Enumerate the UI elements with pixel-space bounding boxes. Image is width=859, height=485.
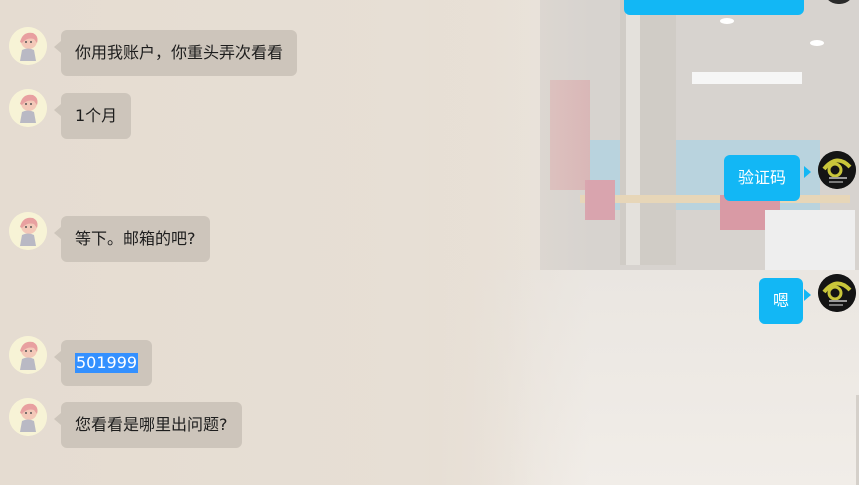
- avatar-icon[interactable]: [9, 27, 47, 65]
- message-bubble[interactable]: 您看看是哪里出问题?: [61, 402, 242, 448]
- bubble-tail: [804, 166, 811, 178]
- message-bubble[interactable]: 1个月: [61, 93, 132, 139]
- bubble-tail: [54, 104, 61, 116]
- selected-message-text[interactable]: 501999: [75, 353, 139, 373]
- dark-logo-avatar-icon: [818, 151, 856, 189]
- message-bubble[interactable]: 你用我账户，你重头弄次看看: [61, 30, 298, 76]
- message-text: 1个月: [75, 106, 118, 125]
- anime-girl-avatar-icon: [9, 27, 47, 65]
- anime-girl-avatar-icon: [9, 336, 47, 374]
- message-bubble[interactable]: 验证码: [724, 155, 801, 201]
- message-text: 嗯: [773, 291, 790, 310]
- message-bubble[interactable]: 嗯: [759, 278, 804, 324]
- bubble-tail: [54, 413, 61, 425]
- avatar-icon[interactable]: [818, 151, 856, 189]
- anime-girl-avatar-icon: [9, 212, 47, 250]
- message-text: 等下。邮箱的吧?: [75, 229, 196, 248]
- message-text: 验证码: [738, 168, 787, 187]
- bubble-tail: [804, 289, 811, 301]
- bubble-tail: [54, 41, 61, 53]
- avatar-icon[interactable]: [9, 398, 47, 436]
- message-text: 你用我账户，你重头弄次看看: [75, 43, 284, 62]
- avatar-icon[interactable]: [9, 212, 47, 250]
- message-bubble[interactable]: 等下。邮箱的吧?: [61, 216, 210, 262]
- avatar-icon[interactable]: [818, 274, 856, 312]
- avatar-icon[interactable]: [9, 89, 47, 127]
- dark-logo-avatar-icon: [818, 274, 856, 312]
- anime-girl-avatar-icon: [9, 398, 47, 436]
- message-text: 您看看是哪里出问题?: [75, 415, 228, 434]
- bubble-tail: [54, 351, 61, 363]
- bubble-tail: [54, 227, 61, 239]
- anime-girl-avatar-icon: [9, 89, 47, 127]
- message-bubble[interactable]: 501999: [61, 340, 153, 386]
- avatar-icon[interactable]: [9, 336, 47, 374]
- previous-outgoing-message-bubble[interactable]: [624, 0, 804, 15]
